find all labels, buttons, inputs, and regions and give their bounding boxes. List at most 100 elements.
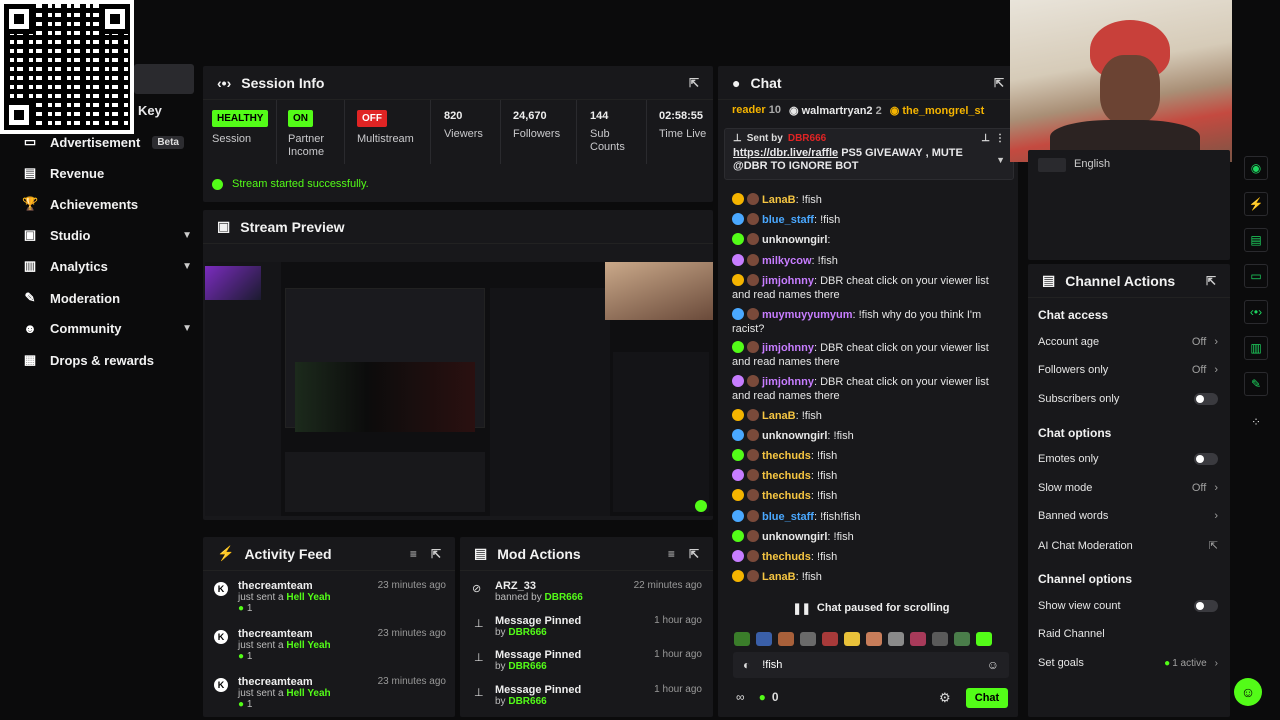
moderator-name[interactable]: DBR666 xyxy=(508,627,546,638)
gear-icon[interactable]: ⚙ xyxy=(939,690,951,706)
chat-username[interactable]: LanaB xyxy=(762,194,796,206)
infinity-icon[interactable]: ∞ xyxy=(736,690,745,704)
sidebar-item-moderation[interactable]: ✎ Moderation xyxy=(22,290,192,306)
setting-set-goals[interactable]: Set goals ● 1 active › xyxy=(1038,657,1218,669)
top-chatter[interactable]: ◉ the_mongrel_st xyxy=(890,104,985,117)
chat-message: unknowngirl: xyxy=(732,233,1010,247)
filter-icon[interactable]: ≡ xyxy=(410,547,417,561)
setting-show-view-count[interactable]: Show view count xyxy=(1038,600,1218,612)
more-icon[interactable]: ⋮ xyxy=(995,133,1005,144)
sidebar-item-analytics[interactable]: ▥ Analytics ▼ xyxy=(22,258,192,274)
rail-channel-icon[interactable]: ▥ xyxy=(1244,336,1268,360)
popout-icon[interactable]: ⇱ xyxy=(1206,274,1216,288)
stat-label: Session xyxy=(212,133,252,145)
filter-icon[interactable]: ≡ xyxy=(668,547,675,561)
sidebar-item-achievements[interactable]: 🏆 Achievements xyxy=(22,196,192,212)
moderator-name[interactable]: DBR666 xyxy=(508,661,546,672)
setting-slow-mode[interactable]: Slow mode Off › xyxy=(1038,482,1218,494)
rail-document-icon[interactable]: ▤ xyxy=(1244,228,1268,252)
sidebar-item-revenue[interactable]: ▤ Revenue xyxy=(22,165,192,181)
toggle-switch[interactable] xyxy=(1194,453,1218,465)
setting-ai-chat-moderation[interactable]: AI Chat Moderation ⇱ xyxy=(1038,539,1218,553)
moderator-name[interactable]: DBR666 xyxy=(508,696,546,707)
emoji-icon[interactable]: ☺ xyxy=(987,658,999,672)
chat-message: muymuyyumyum: !fish why do you think I'm… xyxy=(732,308,1010,336)
rail-chat-icon[interactable]: ▭ xyxy=(1244,264,1268,288)
popout-icon[interactable]: ⇱ xyxy=(689,76,699,90)
chat-paused-banner[interactable]: ❚❚ Chat paused for scrolling xyxy=(786,600,956,616)
rail-camera-icon[interactable]: ◉ xyxy=(1244,156,1268,180)
emote-icon[interactable] xyxy=(888,632,904,646)
emote-icon[interactable] xyxy=(976,632,992,646)
chat-username[interactable]: jimjohnny xyxy=(762,342,814,354)
moderator-name[interactable]: DBR666 xyxy=(545,592,583,603)
chat-username[interactable]: blue_staff xyxy=(762,214,814,226)
emote-icon[interactable] xyxy=(822,632,838,646)
chat-username[interactable]: unknowngirl xyxy=(762,234,827,246)
setting-account-age[interactable]: Account age Off › xyxy=(1038,336,1218,348)
chat-username[interactable]: thechuds xyxy=(762,450,811,462)
setting-subscribers-only[interactable]: Subscribers only xyxy=(1038,393,1218,405)
help-chat-icon[interactable]: ☺ xyxy=(1234,678,1262,706)
setting-raid-channel[interactable]: Raid Channel xyxy=(1038,628,1218,640)
chat-username[interactable]: blue_staff xyxy=(762,511,814,523)
chat-username[interactable]: thechuds xyxy=(762,470,811,482)
chat-username[interactable]: LanaB xyxy=(762,571,796,583)
sidebar-item-community[interactable]: ☻ Community ▼ xyxy=(22,321,192,336)
sidebar-item-active[interactable] xyxy=(134,64,194,94)
mod-action-time: 1 hour ago xyxy=(654,684,702,695)
chat-message: thechuds: !fish xyxy=(732,449,1010,463)
emote-icon[interactable] xyxy=(778,632,794,646)
rail-lightning-icon[interactable]: ⚡ xyxy=(1244,192,1268,216)
chevron-down-icon[interactable]: ▼ xyxy=(996,155,1005,165)
stat-sub-counts: 144 Sub Counts xyxy=(590,110,630,154)
send-chat-button[interactable]: Chat xyxy=(966,688,1008,708)
rail-broadcast-icon[interactable]: ‹•› xyxy=(1244,300,1268,324)
popout-icon[interactable]: ⇱ xyxy=(994,76,1004,90)
sidebar-item-drops[interactable]: ▦ Drops & rewards xyxy=(22,352,192,368)
chat-username[interactable]: unknowngirl xyxy=(762,531,827,543)
rail-wrench-icon[interactable]: ✎ xyxy=(1244,372,1268,396)
setting-value: Off xyxy=(1191,336,1207,348)
pinned-sender[interactable]: DBR666 xyxy=(788,133,826,144)
popout-icon[interactable]: ⇱ xyxy=(689,547,699,561)
emote-icon[interactable] xyxy=(910,632,926,646)
sidebar-item-advertisement[interactable]: ▭ Advertisement Beta xyxy=(22,134,192,150)
mod-action-item: ⊥ Message Pinned by DBR666 1 hour ago xyxy=(472,684,702,707)
setting-banned-words[interactable]: Banned words › xyxy=(1038,510,1218,522)
toggle-switch[interactable] xyxy=(1194,600,1218,612)
smile-icon[interactable]: ◐ xyxy=(743,658,750,672)
chat-username[interactable]: unknowngirl xyxy=(762,430,827,442)
chat-username[interactable]: milkycow xyxy=(762,255,812,267)
pin-toggle-icon[interactable]: ⊥ xyxy=(981,133,990,144)
top-chatter[interactable]: ◉ walmartryan2 2 xyxy=(789,104,882,117)
emote-icon[interactable] xyxy=(954,632,970,646)
chat-username[interactable]: muymuyyumyum xyxy=(762,309,852,321)
emote-icon[interactable] xyxy=(800,632,816,646)
setting-emotes-only[interactable]: Emotes only xyxy=(1038,453,1218,465)
chat-username[interactable]: thechuds xyxy=(762,490,811,502)
pinned-link[interactable]: https://dbr.live/raffle xyxy=(733,147,838,159)
popout-icon[interactable]: ⇱ xyxy=(431,547,441,561)
stream-preview-video[interactable] xyxy=(205,262,713,516)
emote-icon[interactable] xyxy=(844,632,860,646)
emote-icon[interactable] xyxy=(866,632,882,646)
chat-text: !fish xyxy=(817,551,838,563)
chat-input-text[interactable]: !fish xyxy=(762,659,782,671)
chat-username[interactable]: thechuds xyxy=(762,551,811,563)
sidebar-item-studio[interactable]: ▣ Studio ▼ xyxy=(22,227,192,243)
sidebar-item-stream-key[interactable]: Key xyxy=(138,103,162,118)
setting-followers-only[interactable]: Followers only Off › xyxy=(1038,364,1218,376)
chat-input[interactable]: ◐ !fish ☺ xyxy=(733,652,1009,678)
emote-icon[interactable] xyxy=(932,632,948,646)
toggle-switch[interactable] xyxy=(1194,393,1218,405)
chat-username[interactable]: jimjohnny xyxy=(762,275,814,287)
divider xyxy=(276,100,277,164)
top-chatter[interactable]: reader 10 xyxy=(732,104,781,117)
chat-username[interactable]: jimjohnny xyxy=(762,376,814,388)
chat-username[interactable]: LanaB xyxy=(762,410,796,422)
emote-icon[interactable] xyxy=(734,632,750,646)
rail-more-icon[interactable]: ⁘ xyxy=(1244,410,1268,434)
avatar xyxy=(747,274,759,286)
emote-icon[interactable] xyxy=(756,632,772,646)
